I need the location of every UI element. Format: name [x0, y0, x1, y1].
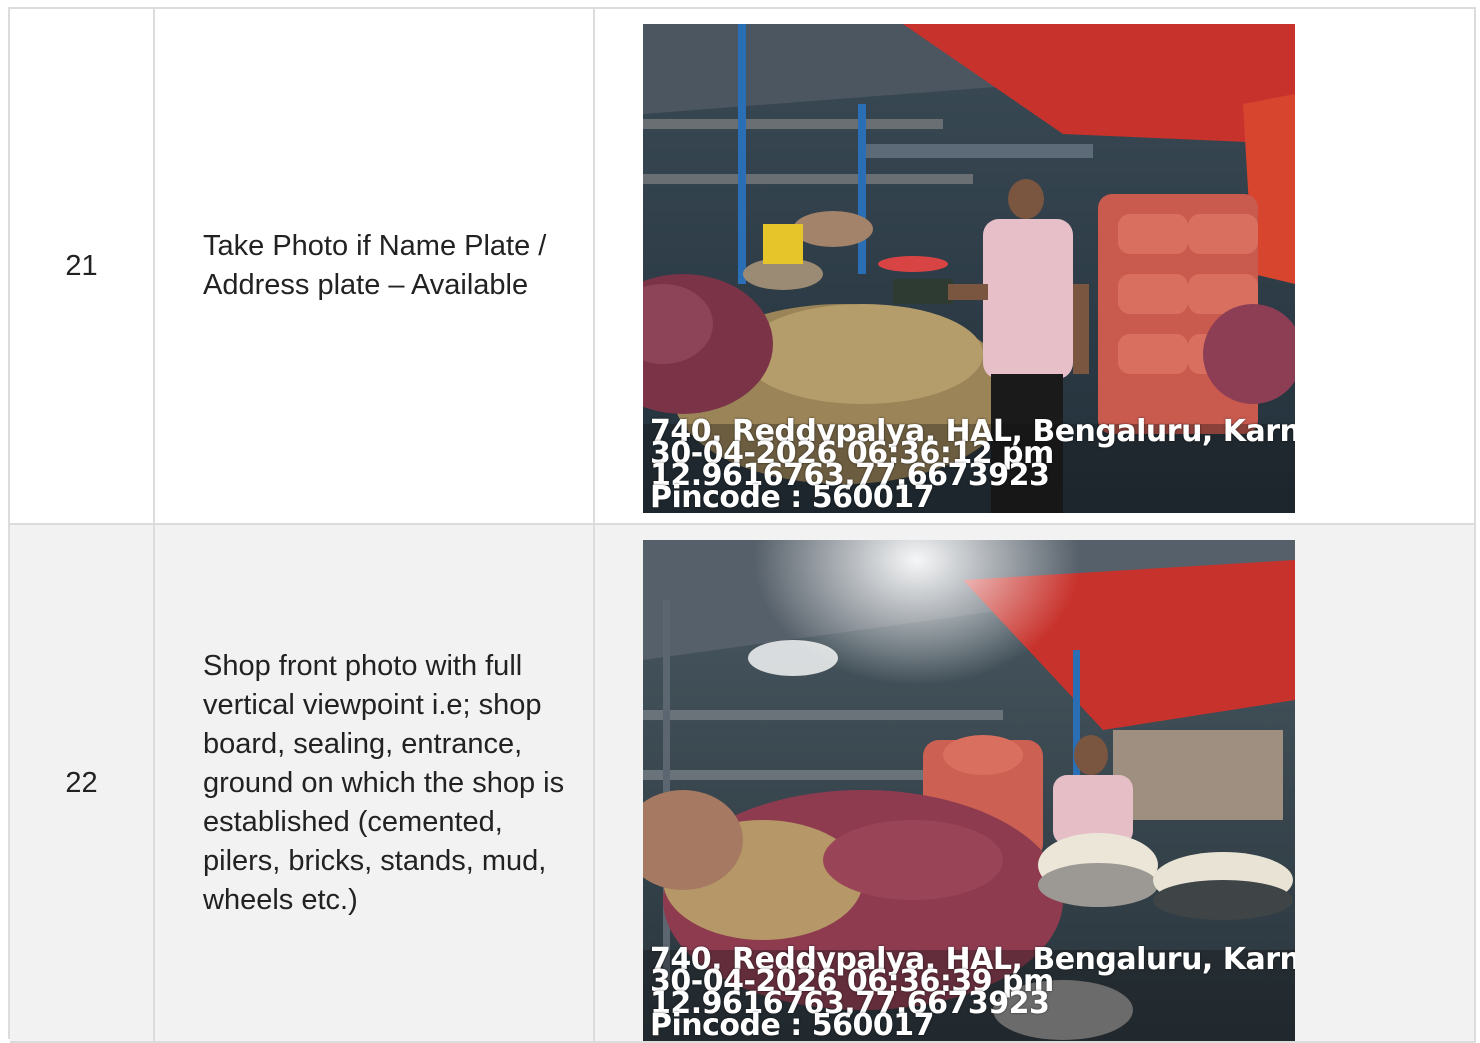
photo-geotag-stamp: 740, Reddypalya, HAL, Bengaluru, Karnata…: [650, 945, 1295, 1041]
photo-cell: 740, Reddypalya, HAL, Bengaluru, Karnata…: [595, 525, 1474, 1041]
row-number-cell: 22: [10, 525, 155, 1041]
table-row: 21 Take Photo if Name Plate / Address pl…: [10, 9, 1476, 525]
row-description: Shop front photo with full vertical view…: [203, 649, 565, 916]
description-cell: Shop front photo with full vertical view…: [155, 525, 595, 1041]
photo-cell: 740, Reddypalya, HAL, Bengaluru, Karnata…: [595, 9, 1474, 523]
name-plate-photo[interactable]: 740, Reddypalya, HAL, Bengaluru, Karnata…: [643, 24, 1295, 513]
table-row: 22 Shop front photo with full vertical v…: [10, 525, 1476, 1043]
description-cell: Take Photo if Name Plate / Address plate…: [155, 9, 595, 523]
shop-front-photo[interactable]: 740, Reddypalya, HAL, Bengaluru, Karnata…: [643, 540, 1295, 1041]
row-number-cell: 21: [10, 9, 155, 523]
checklist-table: 21 Take Photo if Name Plate / Address pl…: [8, 7, 1476, 1043]
row-number: 22: [65, 766, 98, 799]
row-description: Take Photo if Name Plate / Address plate…: [203, 230, 547, 301]
photo-geotag-stamp: 740, Reddypalya, HAL, Bengaluru, Karnata…: [650, 417, 1295, 513]
row-number: 21: [65, 249, 98, 282]
